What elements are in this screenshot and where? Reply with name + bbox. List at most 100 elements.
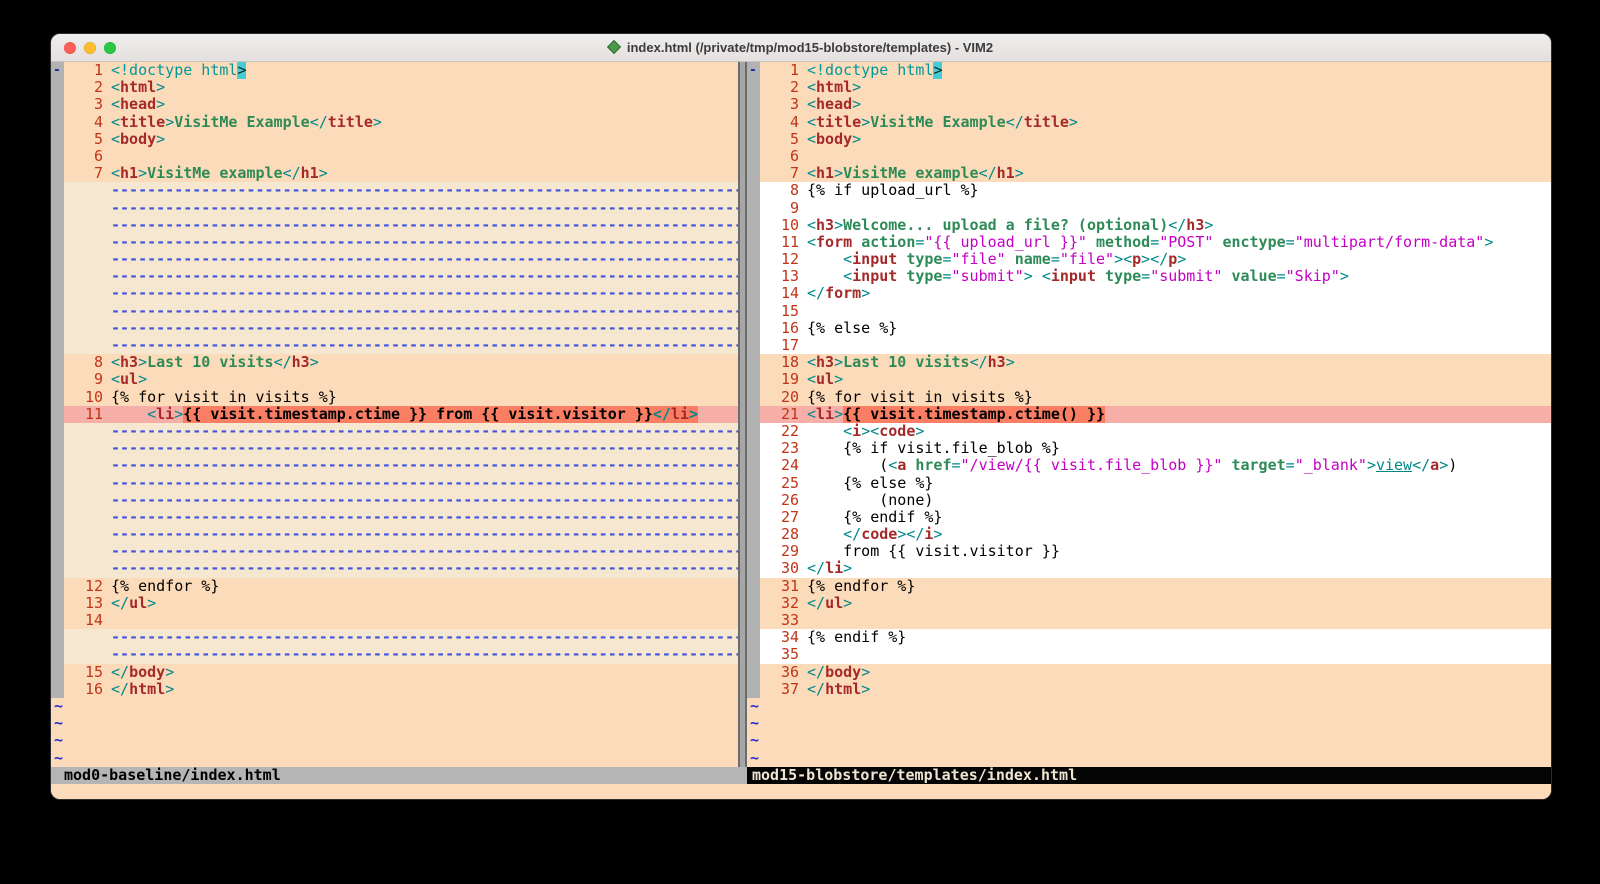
code-line[interactable]: 25 {% else %} <box>747 475 1551 492</box>
diff-filler-line[interactable]: ----------------------------------------… <box>51 234 738 251</box>
code-line[interactable]: 5<body> <box>51 131 738 148</box>
titlebar[interactable]: index.html (/private/tmp/mod15-blobstore… <box>51 34 1551 62</box>
code-line[interactable]: 2<html> <box>747 79 1551 96</box>
code-line[interactable]: 10{% for visit in visits %} <box>51 389 738 406</box>
diff-filler-line[interactable]: ----------------------------------------… <box>51 543 738 560</box>
code-line[interactable]: 22 <i><code> <box>747 423 1551 440</box>
diff-filler-line[interactable]: ----------------------------------------… <box>51 526 738 543</box>
line-number <box>64 509 103 526</box>
code-line[interactable]: -1<!doctype html> <box>747 62 1551 79</box>
diff-filler-line[interactable]: ----------------------------------------… <box>51 629 738 646</box>
diff-filler-line[interactable]: ----------------------------------------… <box>51 268 738 285</box>
deleted-line-dashes: ----------------------------------------… <box>111 526 738 543</box>
code-line[interactable]: 26 (none) <box>747 492 1551 509</box>
diff-filler-line[interactable]: ----------------------------------------… <box>51 423 738 440</box>
code-line[interactable]: 19<ul> <box>747 371 1551 388</box>
code-line[interactable]: 15 <box>747 303 1551 320</box>
code-line[interactable]: 23 {% if visit.file_blob %} <box>747 440 1551 457</box>
code-line[interactable]: 14</form> <box>747 285 1551 302</box>
diff-filler-line[interactable]: ----------------------------------------… <box>51 320 738 337</box>
code-line[interactable]: 8{% if upload_url %} <box>747 182 1551 199</box>
code-line[interactable]: 9<ul> <box>51 371 738 388</box>
diff-filler-line[interactable]: ----------------------------------------… <box>51 475 738 492</box>
code-line[interactable]: 29 from {{ visit.visitor }} <box>747 543 1551 560</box>
code-line[interactable]: 37</html> <box>747 681 1551 698</box>
code-line[interactable]: 16</html> <box>51 681 738 698</box>
fold-column <box>747 423 760 440</box>
code-line[interactable]: 34{% endif %} <box>747 629 1551 646</box>
code-line[interactable]: 6 <box>747 148 1551 165</box>
empty-buffer-line[interactable]: ~ <box>51 715 738 732</box>
code-line[interactable]: 13 <input type="submit"> <input type="su… <box>747 268 1551 285</box>
code-line[interactable]: 6 <box>51 148 738 165</box>
line-text: <h3>Welcome... upload a file? (optional)… <box>807 217 1551 234</box>
code-line[interactable]: 2<html> <box>51 79 738 96</box>
code-line[interactable]: 35 <box>747 646 1551 663</box>
window-separator[interactable] <box>738 62 747 767</box>
code-line[interactable]: 3<head> <box>747 96 1551 113</box>
code-line[interactable]: 4<title>VisitMe Example</title> <box>51 114 738 131</box>
empty-buffer-line[interactable]: ~ <box>51 698 738 715</box>
empty-buffer-line[interactable]: ~ <box>747 698 1551 715</box>
code-line[interactable]: 3<head> <box>51 96 738 113</box>
diff-filler-line[interactable]: ----------------------------------------… <box>51 509 738 526</box>
empty-buffer-line[interactable]: ~ <box>747 750 1551 767</box>
command-line[interactable] <box>51 784 1551 799</box>
diff-filler-line[interactable]: ----------------------------------------… <box>51 440 738 457</box>
empty-buffer-line[interactable]: ~ <box>747 715 1551 732</box>
code-line[interactable]: 8<h3>Last 10 visits</h3> <box>51 354 738 371</box>
minimize-button[interactable] <box>84 42 96 54</box>
empty-buffer-line[interactable]: ~ <box>747 732 1551 749</box>
code-line[interactable]: 16{% else %} <box>747 320 1551 337</box>
code-line[interactable]: 28 </code></i> <box>747 526 1551 543</box>
code-line[interactable]: 10<h3>Welcome... upload a file? (optiona… <box>747 217 1551 234</box>
line-text: (none) <box>807 492 1551 509</box>
diff-filler-line[interactable]: ----------------------------------------… <box>51 492 738 509</box>
diff-filler-line[interactable]: ----------------------------------------… <box>51 285 738 302</box>
line-text: {% endfor %} <box>807 578 1551 595</box>
code-line[interactable]: 18<h3>Last 10 visits</h3> <box>747 354 1551 371</box>
line-text: </code></i> <box>807 526 1551 543</box>
code-line[interactable]: 5<body> <box>747 131 1551 148</box>
code-line[interactable]: 12 <input type="file" name="file"><p></p… <box>747 251 1551 268</box>
code-line[interactable]: 32</ul> <box>747 595 1551 612</box>
code-line[interactable]: 20{% for visit in visits %} <box>747 389 1551 406</box>
code-line[interactable]: 11 <li>{{ visit.timestamp.ctime }} from … <box>51 406 738 423</box>
code-line[interactable]: 21<li>{{ visit.timestamp.ctime() }} <box>747 406 1551 423</box>
code-line[interactable]: 15</body> <box>51 664 738 681</box>
code-line[interactable]: 7<h1>VisitMe example</h1> <box>747 165 1551 182</box>
code-line[interactable]: 12{% endfor %} <box>51 578 738 595</box>
fold-column <box>747 578 760 595</box>
code-line[interactable]: 13</ul> <box>51 595 738 612</box>
code-line[interactable]: 14 <box>51 612 738 629</box>
diff-filler-line[interactable]: ----------------------------------------… <box>51 646 738 663</box>
empty-buffer-line[interactable]: ~ <box>51 750 738 767</box>
diff-filler-line[interactable]: ----------------------------------------… <box>51 337 738 354</box>
code-line[interactable]: 11<form action="{{ upload_url }}" method… <box>747 234 1551 251</box>
code-line[interactable]: 17 <box>747 337 1551 354</box>
diff-filler-line[interactable]: ----------------------------------------… <box>51 182 738 199</box>
code-line[interactable]: 30</li> <box>747 560 1551 577</box>
code-line[interactable]: 27 {% endif %} <box>747 509 1551 526</box>
code-line[interactable]: 9 <box>747 200 1551 217</box>
code-line[interactable]: 31{% endfor %} <box>747 578 1551 595</box>
code-line[interactable]: 7<h1>VisitMe example</h1> <box>51 165 738 182</box>
empty-buffer-line[interactable]: ~ <box>51 732 738 749</box>
fold-column <box>747 629 760 646</box>
diff-filler-line[interactable]: ----------------------------------------… <box>51 217 738 234</box>
deleted-line-dashes: ----------------------------------------… <box>111 217 738 234</box>
diff-filler-line[interactable]: ----------------------------------------… <box>51 200 738 217</box>
close-button[interactable] <box>64 42 76 54</box>
fold-column <box>51 303 64 320</box>
zoom-button[interactable] <box>104 42 116 54</box>
line-number: 25 <box>760 475 799 492</box>
code-line[interactable]: 4<title>VisitMe Example</title> <box>747 114 1551 131</box>
diff-filler-line[interactable]: ----------------------------------------… <box>51 457 738 474</box>
diff-filler-line[interactable]: ----------------------------------------… <box>51 251 738 268</box>
code-line[interactable]: 36</body> <box>747 664 1551 681</box>
code-line[interactable]: 33 <box>747 612 1551 629</box>
diff-filler-line[interactable]: ----------------------------------------… <box>51 560 738 577</box>
diff-filler-line[interactable]: ----------------------------------------… <box>51 303 738 320</box>
code-line[interactable]: 24 (<a href="/view/{{ visit.file_blob }}… <box>747 457 1551 474</box>
code-line[interactable]: -1<!doctype html> <box>51 62 738 79</box>
